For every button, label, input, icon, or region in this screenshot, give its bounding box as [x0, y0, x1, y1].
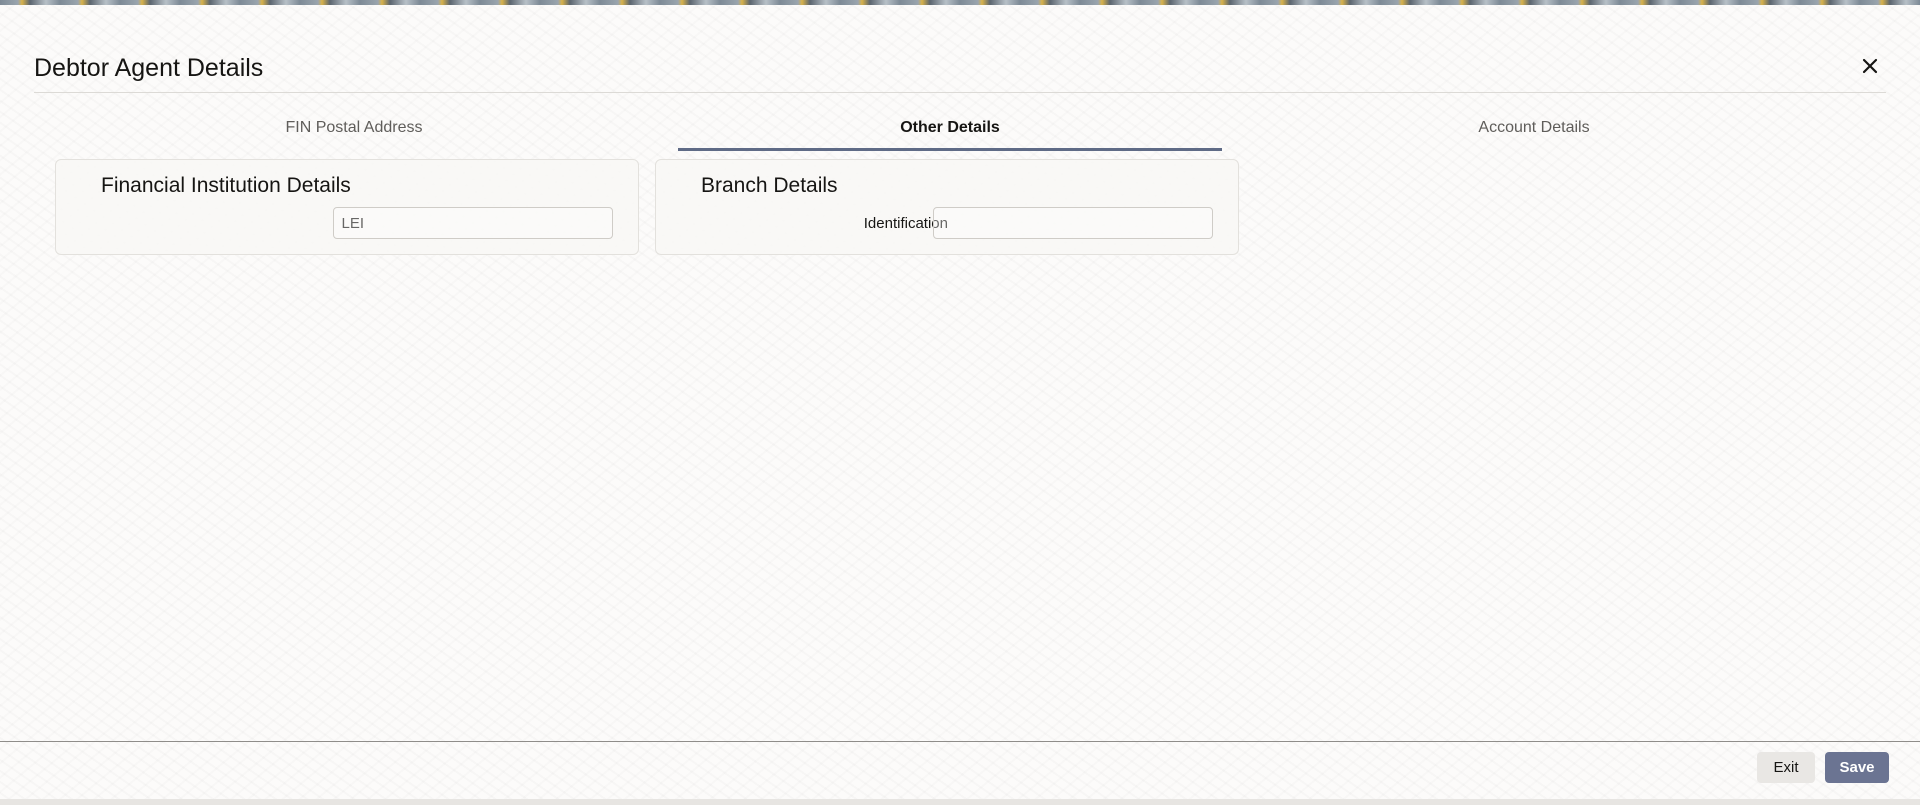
footer-divider — [0, 741, 1920, 742]
identification-input[interactable] — [933, 207, 1213, 239]
tab-bar: FIN Postal Address Other Details Account… — [34, 108, 1834, 152]
tab-other-details[interactable]: Other Details — [678, 108, 1222, 151]
lei-input[interactable] — [333, 207, 613, 239]
close-icon — [1862, 58, 1878, 74]
identification-label: Identification — [863, 215, 948, 232]
dialog-title: Debtor Agent Details — [34, 54, 264, 82]
branch-details-title: Branch Details — [701, 174, 838, 197]
save-button[interactable]: Save — [1825, 752, 1889, 783]
branch-details-panel: Branch Details Identification — [655, 159, 1239, 255]
tab-fin-postal-address[interactable]: FIN Postal Address — [34, 108, 674, 148]
financial-institution-panel: Financial Institution Details LEI — [55, 159, 639, 255]
financial-institution-title: Financial Institution Details — [101, 174, 351, 197]
bottom-strip — [0, 799, 1920, 805]
header-banner-strip — [0, 0, 1920, 5]
close-button[interactable] — [1856, 52, 1884, 80]
tab-account-details[interactable]: Account Details — [1264, 108, 1804, 148]
exit-button[interactable]: Exit — [1757, 752, 1815, 783]
title-divider — [34, 92, 1886, 93]
